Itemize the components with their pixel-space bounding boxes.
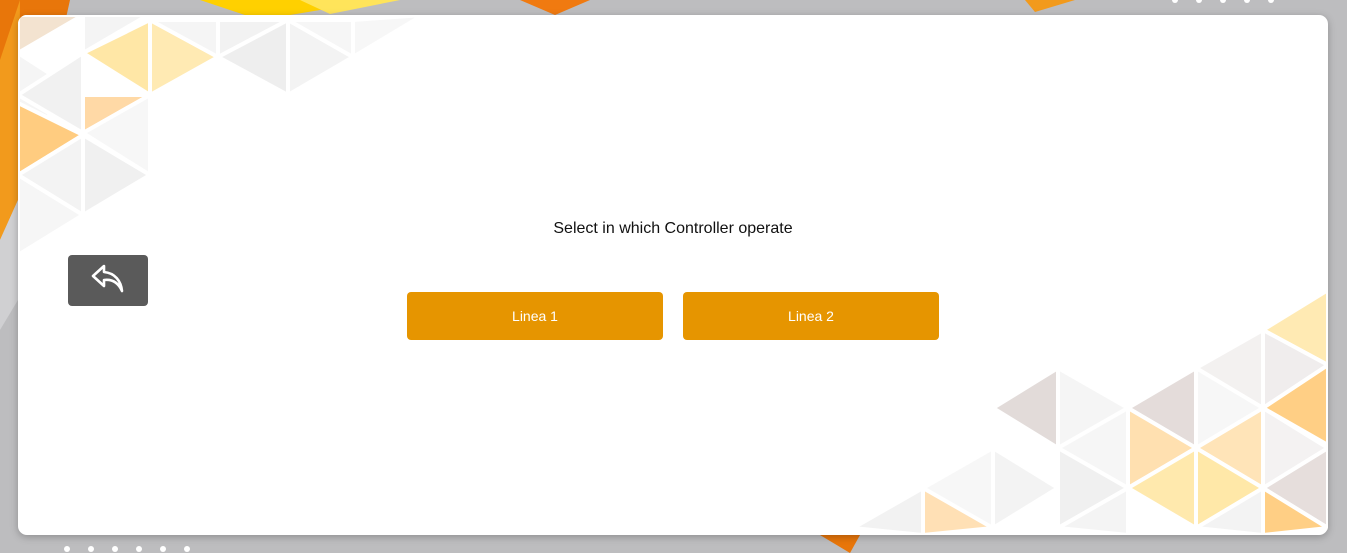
linea-2-button[interactable]: Linea 2 (683, 292, 939, 340)
top-dots (1172, 0, 1274, 3)
prompt-text: Select in which Controller operate (553, 220, 793, 237)
bottom-dots (64, 546, 190, 552)
linea-1-button[interactable]: Linea 1 (407, 292, 663, 340)
controller-button-row: Linea 1 Linea 2 (407, 292, 939, 340)
dialog-card: Select in which Controller operate Linea… (18, 15, 1328, 535)
reply-arrow-icon (90, 263, 126, 298)
back-button[interactable] (68, 255, 148, 306)
